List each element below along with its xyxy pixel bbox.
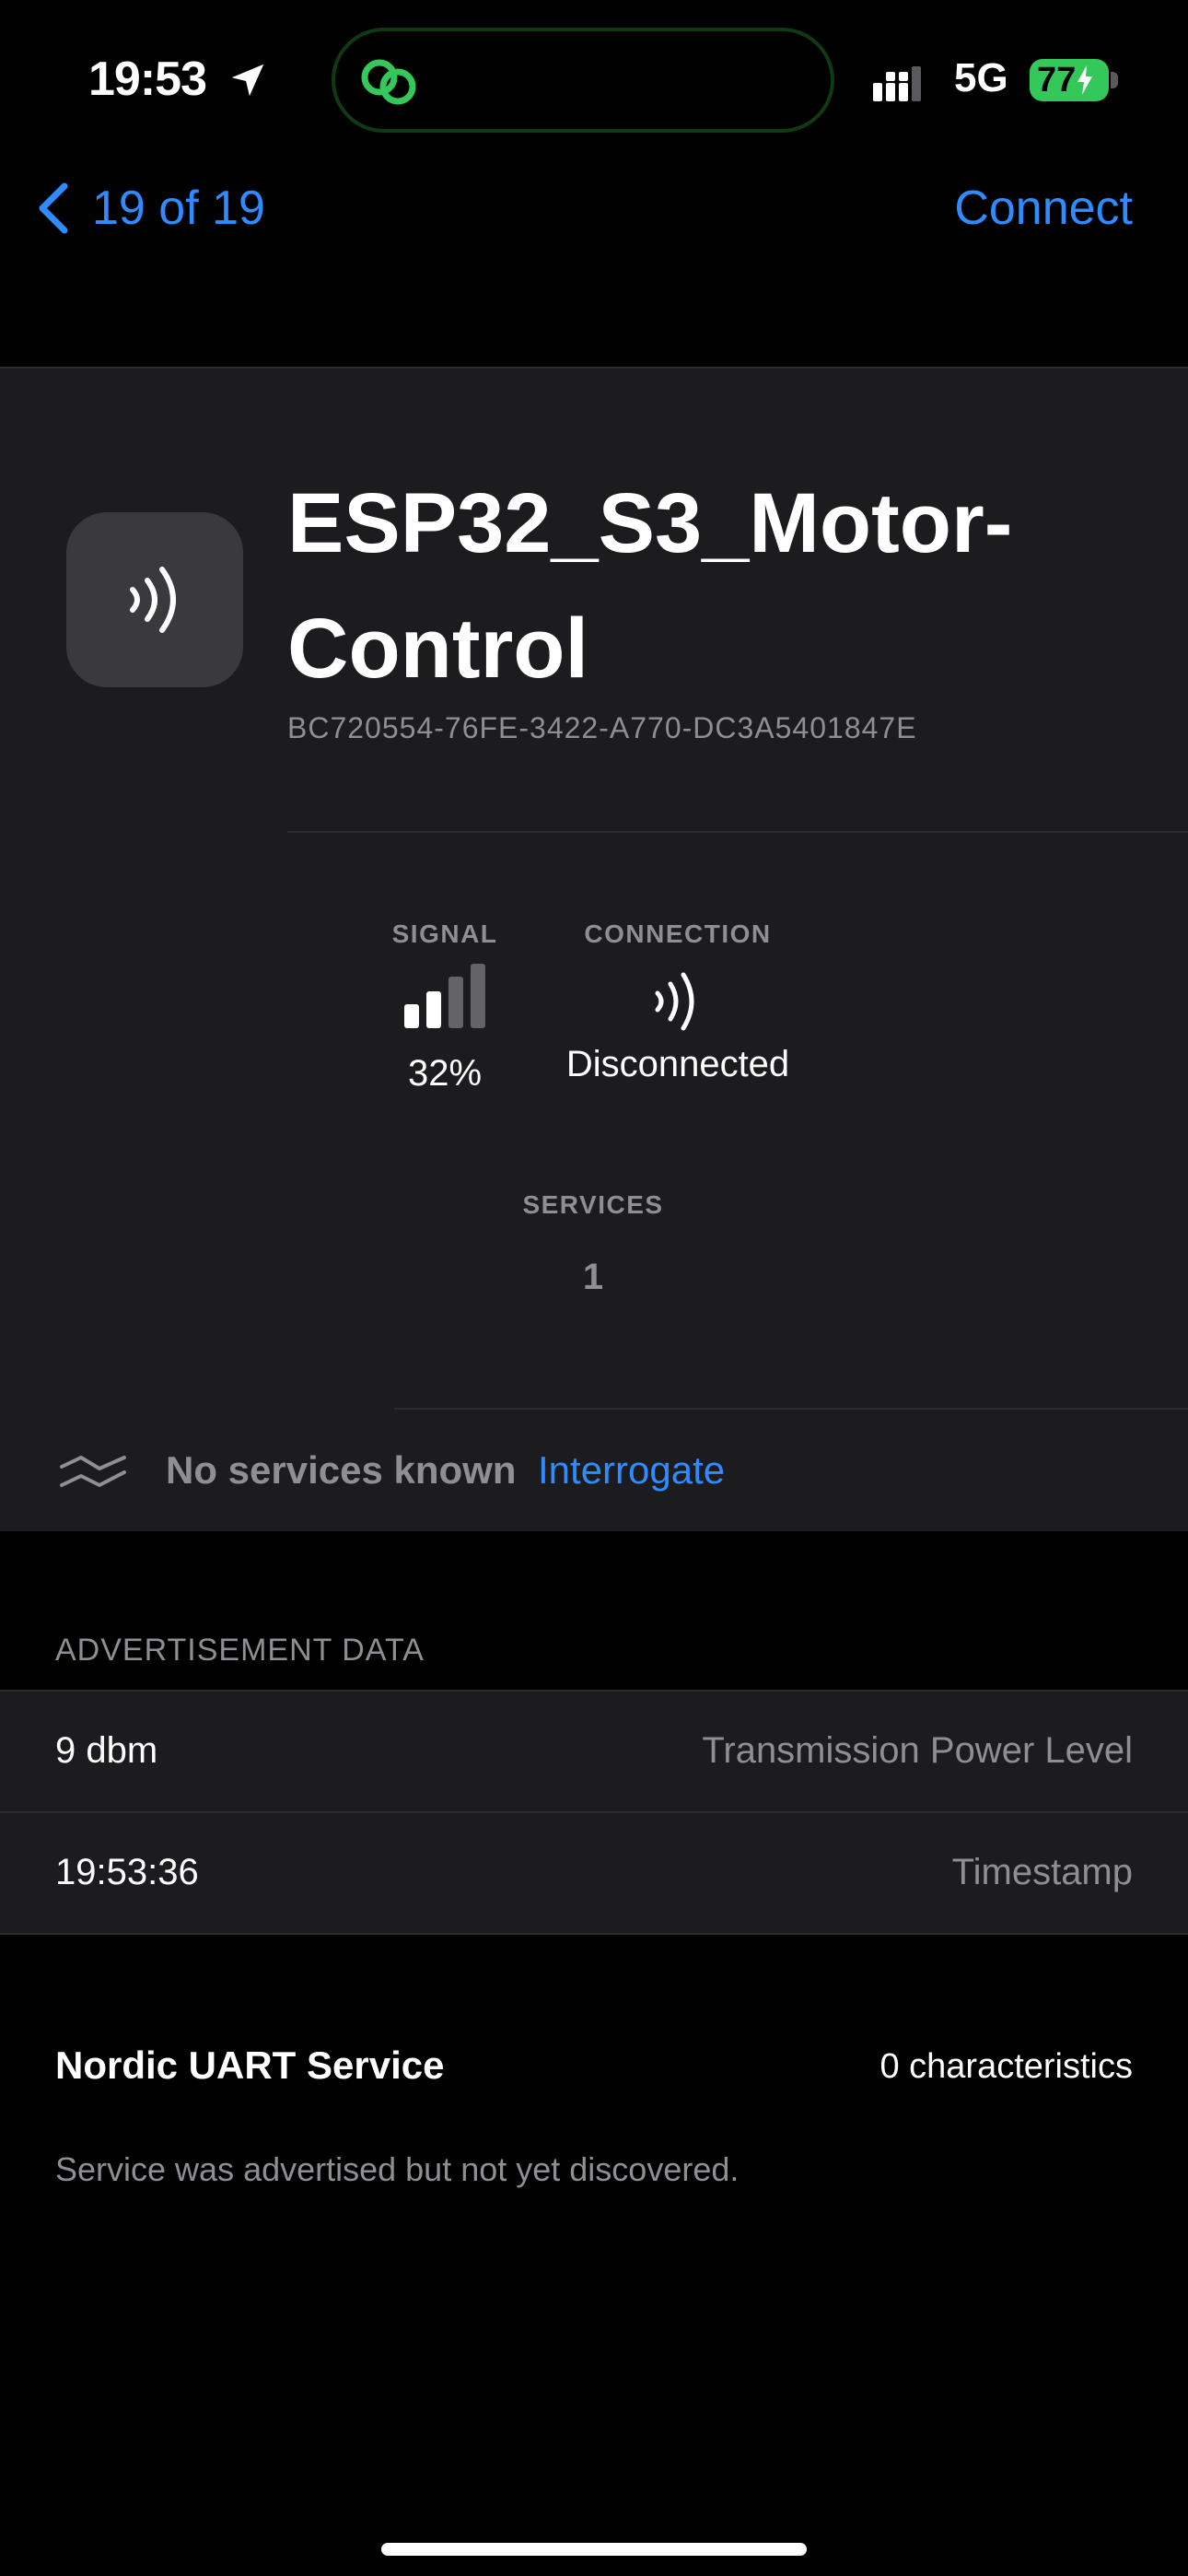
- connection-value: Disconnected: [565, 1044, 790, 1084]
- battery-cap: [1111, 72, 1118, 88]
- chevron-left-icon: [39, 182, 68, 234]
- connect-button[interactable]: Connect: [954, 181, 1133, 236]
- signal-bar: [426, 991, 441, 1028]
- device-uuid: BC720554-76FE-3422-A770-DC3A5401847E: [287, 711, 917, 744]
- charging-bolt-icon: [1077, 65, 1093, 95]
- signal-bar: [448, 977, 463, 1028]
- divider: [394, 1408, 1188, 1410]
- list-item[interactable]: 9 dbm Transmission Power Level: [0, 1692, 1188, 1811]
- signal-bar: [404, 1004, 419, 1028]
- advertisement-section-header: ADVERTISEMENT DATA: [55, 1633, 425, 1668]
- advertisement-list: 9 dbm Transmission Power Level 19:53:36 …: [0, 1690, 1188, 1935]
- service-note: Service was advertised but not yet disco…: [55, 2150, 740, 2188]
- battery-indicator: 77: [1030, 59, 1109, 101]
- back-button-label: 19 of 19: [92, 181, 265, 235]
- signal-label: SIGNAL: [391, 919, 498, 948]
- signal-stat: SIGNAL 32%: [378, 919, 512, 1095]
- list-item[interactable]: 19:53:36 Timestamp: [0, 1811, 1188, 1933]
- signal-value: 32%: [407, 1053, 483, 1094]
- no-services-text: No services known: [166, 1448, 517, 1492]
- waveform-icon: [60, 1456, 126, 1487]
- network-type-label: 5G: [954, 55, 1008, 100]
- adv-key: Transmission Power Level: [702, 1730, 1133, 1771]
- location-arrow-icon: [231, 64, 264, 97]
- adv-value: 19:53:36: [55, 1852, 199, 1892]
- battery-level: 77: [1037, 60, 1077, 100]
- services-value: 1: [582, 1257, 604, 1297]
- connection-label: CONNECTION: [584, 919, 772, 948]
- back-button[interactable]: 19 of 19: [33, 181, 265, 236]
- link-icon: [361, 59, 416, 105]
- services-stat: SERVICES 1: [501, 1190, 685, 1298]
- cellular-signal-icon: [873, 66, 921, 101]
- service-name[interactable]: Nordic UART Service: [55, 2043, 444, 2088]
- divider: [287, 831, 1188, 833]
- connection-stat: CONNECTION Disconnected: [549, 919, 807, 1085]
- signal-bar: [471, 964, 485, 1028]
- broadcast-icon: [130, 567, 176, 633]
- device-avatar: [66, 512, 243, 687]
- device-name: ESP32_S3_Motor-Control: [287, 476, 1013, 696]
- adv-key: Timestamp: [951, 1852, 1133, 1892]
- home-indicator[interactable]: [381, 2543, 807, 2556]
- signal-strength-icon: [404, 964, 485, 1028]
- adv-value: 9 dbm: [55, 1730, 158, 1771]
- status-time: 19:53: [88, 53, 207, 106]
- service-characteristics-count: 0 characteristics: [879, 2047, 1133, 2086]
- interrogate-button[interactable]: Interrogate: [538, 1448, 725, 1493]
- services-label: SERVICES: [522, 1190, 664, 1219]
- broadcast-icon: [655, 972, 694, 1031]
